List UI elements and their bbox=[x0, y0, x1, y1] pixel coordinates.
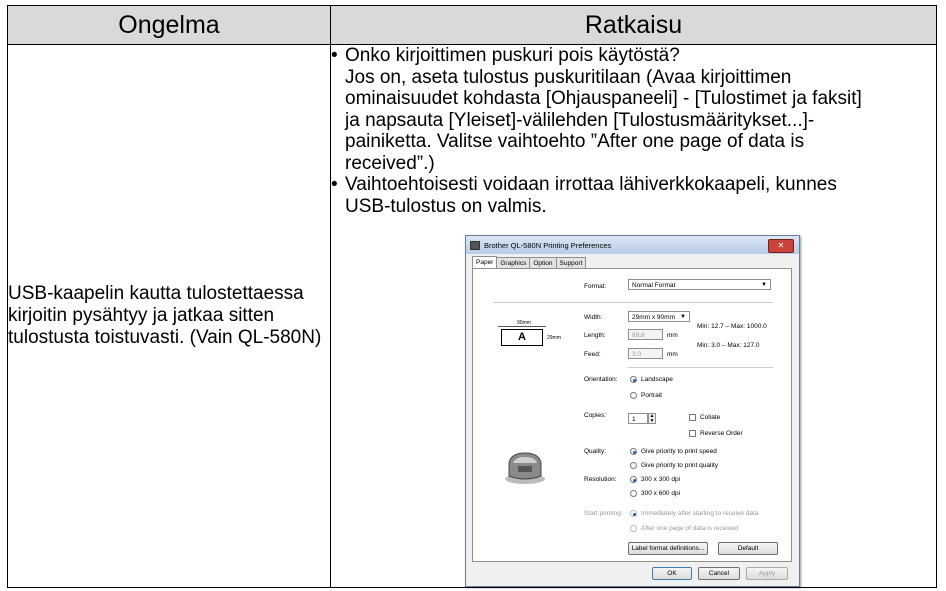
preview-height: 29mm bbox=[547, 335, 561, 341]
landscape-radio[interactable] bbox=[630, 376, 637, 383]
header-problem: Ongelma bbox=[7, 5, 331, 45]
problem-cell: USB-kaapelin kautta tulostettaessa kirjo… bbox=[7, 44, 331, 588]
width-label: Width: bbox=[584, 314, 603, 321]
header-solution: Ratkaisu bbox=[330, 5, 937, 45]
bullet-glyph: • bbox=[331, 174, 338, 195]
feed-range: Min: 3.0 – Max: 127.0 bbox=[697, 342, 760, 349]
format-value: Normal Format bbox=[632, 282, 676, 289]
solution-line: USB-tulostus on valmis. bbox=[345, 195, 547, 217]
length-unit: mm bbox=[667, 332, 678, 339]
cancel-button[interactable]: Cancel bbox=[698, 567, 740, 580]
printer-icon bbox=[505, 452, 545, 484]
width-value: 29mm x 90mm bbox=[632, 314, 675, 321]
problem-text: USB-kaapelin kautta tulostettaessa kirjo… bbox=[8, 283, 322, 348]
solution-line: painiketta. Valitse vaihtoehto ”After on… bbox=[345, 131, 805, 152]
preview-width-line bbox=[498, 326, 546, 327]
solution-line: Onko kirjoittimen puskuri pois käytöstä? bbox=[345, 45, 680, 66]
apply-button[interactable]: Apply bbox=[746, 567, 788, 580]
length-range: Min: 12.7 – Max: 1000.0 bbox=[697, 323, 767, 330]
solution-bullet-1: • Onko kirjoittimen puskuri pois käytöst… bbox=[331, 45, 936, 174]
resolution-600-label: 300 x 600 dpi bbox=[641, 490, 681, 497]
resolution-300-radio[interactable] bbox=[630, 476, 637, 483]
start-after-page-radio[interactable] bbox=[630, 525, 637, 532]
quality-speed-radio[interactable] bbox=[630, 448, 637, 455]
close-icon[interactable]: ✕ bbox=[768, 239, 794, 253]
resolution-300-label: 300 x 300 dpi bbox=[641, 476, 681, 483]
portrait-radio[interactable] bbox=[630, 392, 637, 399]
paper-panel: Format: Normal Format ▼ 90mm A 29mm Widt… bbox=[472, 268, 792, 562]
copies-label: Copies: bbox=[584, 412, 607, 419]
solution-line: ominaisuudet kohdasta [Ohjauspaneeli] - … bbox=[345, 88, 862, 109]
landscape-label: Landscape bbox=[641, 376, 673, 383]
start-immediate-radio[interactable] bbox=[630, 510, 637, 517]
label-format-definitions-button[interactable]: Label format definitions... bbox=[628, 542, 708, 555]
bullet-glyph: • bbox=[331, 45, 338, 66]
quality-speed-label: Give priority to print speed bbox=[641, 448, 717, 455]
printer-icon bbox=[470, 240, 480, 250]
reverse-order-checkbox[interactable] bbox=[689, 430, 696, 437]
start-immediate-label: Immediately after starting to receive da… bbox=[641, 510, 759, 517]
quality-label: Quality: bbox=[584, 448, 607, 455]
portrait-label: Portrait bbox=[641, 392, 662, 399]
copies-field[interactable]: 1 bbox=[628, 413, 648, 424]
format-select[interactable]: Normal Format ▼ bbox=[628, 279, 771, 290]
feed-unit: mm bbox=[667, 351, 678, 358]
default-button[interactable]: Default bbox=[718, 542, 778, 555]
start-after-page-label: After one page of data is received bbox=[641, 525, 739, 532]
preview-letter: A bbox=[501, 329, 543, 346]
divider bbox=[493, 302, 773, 303]
solution-line: received”.) bbox=[345, 152, 435, 174]
quality-quality-radio[interactable] bbox=[630, 462, 637, 469]
width-select[interactable]: 29mm x 90mm ▼ bbox=[628, 311, 690, 322]
solution-bullet-2: • Vaihtoehtoisesti voidaan irrottaa lähi… bbox=[331, 174, 936, 217]
length-label: Length: bbox=[584, 332, 606, 339]
feed-field[interactable]: 3.0 bbox=[628, 348, 663, 359]
solution-line: Jos on, aseta tulostus puskuritilaan (Av… bbox=[345, 66, 792, 88]
resolution-label: Resolution: bbox=[584, 476, 617, 483]
length-field[interactable]: 89.8 bbox=[628, 329, 663, 340]
collate-checkbox[interactable] bbox=[689, 414, 696, 421]
collate-label: Collate bbox=[700, 414, 721, 421]
dialog-titlebar: Brother QL-580N Printing Preferences bbox=[466, 236, 799, 254]
start-printing-label: Start printing: bbox=[584, 510, 623, 517]
solution-line: Vaihtoehtoisesti voidaan irrottaa lähive… bbox=[345, 174, 837, 195]
feed-label: Feed: bbox=[584, 351, 601, 358]
chevron-down-icon: ▼ bbox=[680, 314, 686, 320]
chevron-down-icon: ▼ bbox=[761, 282, 767, 288]
format-label: Format: bbox=[584, 283, 607, 290]
copies-stepper[interactable]: ▲ ▼ bbox=[648, 413, 656, 424]
solution-line: ja napsauta [Yleiset]-välilehden [Tulost… bbox=[345, 109, 815, 131]
reverse-order-label: Reverse Order bbox=[700, 430, 743, 437]
resolution-600-radio[interactable] bbox=[630, 490, 637, 497]
printing-preferences-dialog: Brother QL-580N Printing Preferences ✕ P… bbox=[465, 235, 800, 587]
divider bbox=[628, 367, 773, 368]
dialog-title: Brother QL-580N Printing Preferences bbox=[484, 240, 612, 250]
ok-button[interactable]: OK bbox=[652, 567, 692, 580]
quality-quality-label: Give priority to print quality bbox=[641, 462, 718, 469]
orientation-label: Orientation: bbox=[584, 376, 618, 383]
